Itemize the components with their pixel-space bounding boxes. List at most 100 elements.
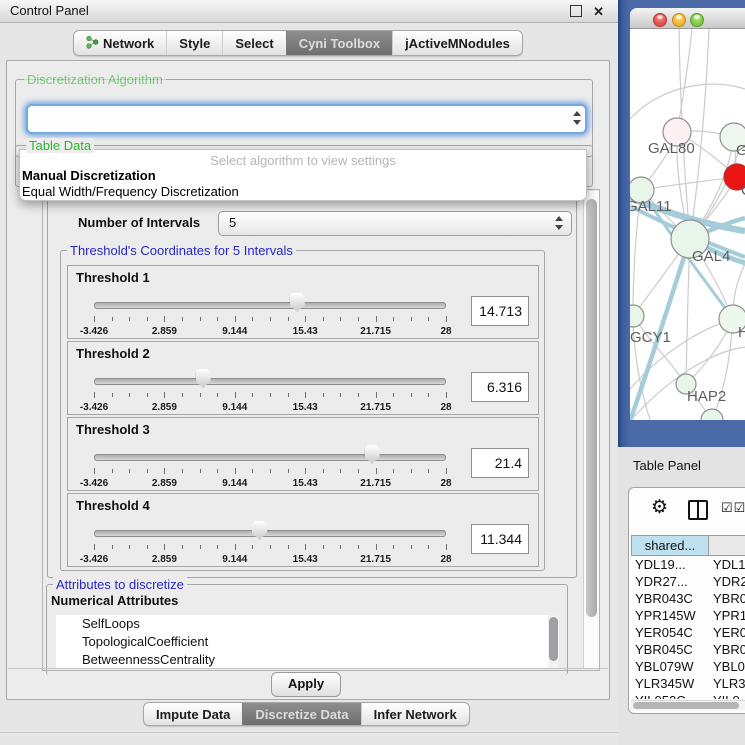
tab-discretize-data[interactable]: Discretize Data (242, 703, 360, 725)
tab-select[interactable]: Select (222, 31, 285, 55)
table-row[interactable]: YIL052CYIL0 (631, 693, 745, 699)
tick-mark (94, 544, 95, 550)
table-row[interactable]: YBR043CYBR0 (631, 591, 745, 608)
table-row[interactable]: YDL19...YDL1 (631, 557, 745, 574)
tick-mark (217, 545, 218, 549)
attribute-item-topologicalcoefficient[interactable]: TopologicalCoefficient (56, 633, 559, 651)
tick-mark (323, 317, 324, 321)
minimize-window-icon[interactable] (672, 13, 686, 27)
table-row[interactable]: YDR27...YDR2 (631, 574, 745, 591)
gear-icon[interactable]: ⚙ (651, 496, 668, 519)
tick-mark (182, 393, 183, 397)
close-panel-icon[interactable]: ✕ (593, 4, 604, 20)
node-label: H (738, 324, 745, 341)
algorithm-option-equal-width[interactable]: Equal Width/Frequency Discretization (22, 184, 239, 199)
tick-label: -3.426 (80, 402, 108, 413)
attributes-scrollbar[interactable] (548, 615, 559, 669)
threshold-slider[interactable]: -3.4262.8599.14415.4321.71528 (94, 366, 446, 412)
vertical-scrollbar[interactable] (583, 191, 599, 668)
tick-mark (288, 545, 289, 549)
node-gcy1[interactable] (630, 305, 644, 327)
table-data-group-label: Table Data (26, 138, 94, 153)
algorithm-hint-option[interactable]: Select algorithm to view settings (20, 153, 586, 168)
tick-mark (288, 469, 289, 473)
combo-stepper-icon[interactable] (554, 215, 563, 231)
column-header-name[interactable]: n (709, 535, 745, 556)
cell-name: YBR0 (713, 591, 745, 606)
attributes-scrollbar-thumb[interactable] (549, 617, 558, 661)
num-intervals-combobox[interactable]: 5 (218, 211, 572, 236)
close-window-icon[interactable] (653, 13, 667, 27)
apply-button[interactable]: Apply (271, 672, 341, 697)
tab-label: jActiveMNodules (405, 36, 510, 51)
cell-shared-name: YPR145W (635, 608, 696, 623)
tick-mark (200, 317, 201, 321)
slider-tick-labels: -3.4262.8599.14415.4321.71528 (94, 402, 446, 414)
tick-mark (411, 317, 412, 321)
slider-tick-labels: -3.4262.8599.14415.4321.71528 (94, 326, 446, 338)
threshold-slider[interactable]: -3.4262.8599.14415.4321.71528 (94, 518, 446, 564)
threshold-rows: Threshold 114.713-3.4262.8599.14415.4321… (61, 265, 544, 569)
checkbox-icons[interactable]: ☑☑ (721, 500, 745, 516)
cell-shared-name: YBR045C (635, 642, 693, 657)
table-row[interactable]: YBL079WYBL0 (631, 659, 745, 676)
tick-mark (428, 545, 429, 549)
attribute-item-selfloops[interactable]: SelfLoops (56, 615, 559, 633)
table-row[interactable]: YLR345WYLR3 (631, 676, 745, 693)
num-intervals-label: Number of Intervals (78, 215, 200, 230)
threshold-slider[interactable]: -3.4262.8599.14415.4321.71528 (94, 442, 446, 488)
tick-mark (235, 392, 236, 398)
algorithm-option-manual[interactable]: Manual Discretization (22, 168, 156, 183)
combo-stepper-icon[interactable] (572, 110, 581, 126)
tick-label: 21.715 (360, 554, 391, 565)
tick-mark (393, 469, 394, 473)
tick-label: 2.859 (152, 554, 177, 565)
horizontal-scrollbar-thumb[interactable] (633, 702, 739, 709)
attribute-item-betweennesscentrality[interactable]: BetweennessCentrality (56, 651, 559, 669)
column-header-shared[interactable]: shared... (631, 535, 709, 556)
tab-style[interactable]: Style (166, 31, 222, 55)
threshold-value-field[interactable]: 6.316 (471, 372, 529, 402)
tab-impute-data[interactable]: Impute Data (144, 703, 242, 725)
table-row[interactable]: YBR045CYBR0 (631, 642, 745, 659)
split-view-icon[interactable] (688, 500, 708, 520)
slider-track (94, 302, 446, 309)
numerical-attributes-list[interactable]: SelfLoopsTopologicalCoefficientBetweenne… (56, 615, 559, 669)
algorithm-combobox[interactable] (26, 104, 587, 134)
tick-mark (340, 545, 341, 549)
slider-ticks (94, 392, 446, 400)
node-partial-bottom[interactable] (701, 409, 723, 420)
threshold-value-field[interactable]: 21.4 (471, 448, 529, 478)
tick-mark (147, 393, 148, 397)
tick-mark (323, 393, 324, 397)
table-row[interactable]: YPR145WYPR1 (631, 608, 745, 625)
tick-label: 28 (440, 478, 451, 489)
tick-label: 15.43 (293, 478, 318, 489)
tick-mark (376, 544, 377, 550)
threshold-value-field[interactable]: 11.344 (471, 524, 529, 554)
threshold-row: Threshold 411.344-3.4262.8599.14415.4321… (67, 493, 539, 567)
tick-mark (358, 469, 359, 473)
table-row[interactable]: YER054CYER0 (631, 625, 745, 642)
slider-thumb[interactable] (252, 521, 267, 540)
float-panel-icon[interactable] (570, 5, 582, 17)
zoom-window-icon[interactable] (690, 13, 704, 27)
tick-mark (446, 544, 447, 550)
tick-mark (129, 469, 130, 473)
slider-thumb[interactable] (196, 369, 211, 388)
slider-thumb[interactable] (365, 445, 380, 464)
tab-jactivemnodules[interactable]: jActiveMNodules (392, 31, 522, 55)
tab-network[interactable]: Network (74, 31, 166, 55)
network-canvas[interactable]: GAL80 G C GAL11 GAL4 GCY1 H HAP2 (630, 29, 745, 420)
threshold-value-field[interactable]: 14.713 (471, 296, 529, 326)
tab-cyni-toolbox[interactable]: Cyni Toolbox (286, 31, 392, 55)
cell-shared-name: YER054C (635, 625, 693, 640)
panel-bottom-edge (0, 732, 618, 733)
tab-label: Style (179, 36, 210, 51)
threshold-slider[interactable]: -3.4262.8599.14415.4321.71528 (94, 290, 446, 336)
vertical-scrollbar-thumb[interactable] (586, 199, 597, 617)
tick-mark (358, 393, 359, 397)
horizontal-scrollbar[interactable] (631, 700, 745, 710)
slider-thumb[interactable] (290, 293, 305, 312)
tab-infer-network[interactable]: Infer Network (361, 703, 469, 725)
